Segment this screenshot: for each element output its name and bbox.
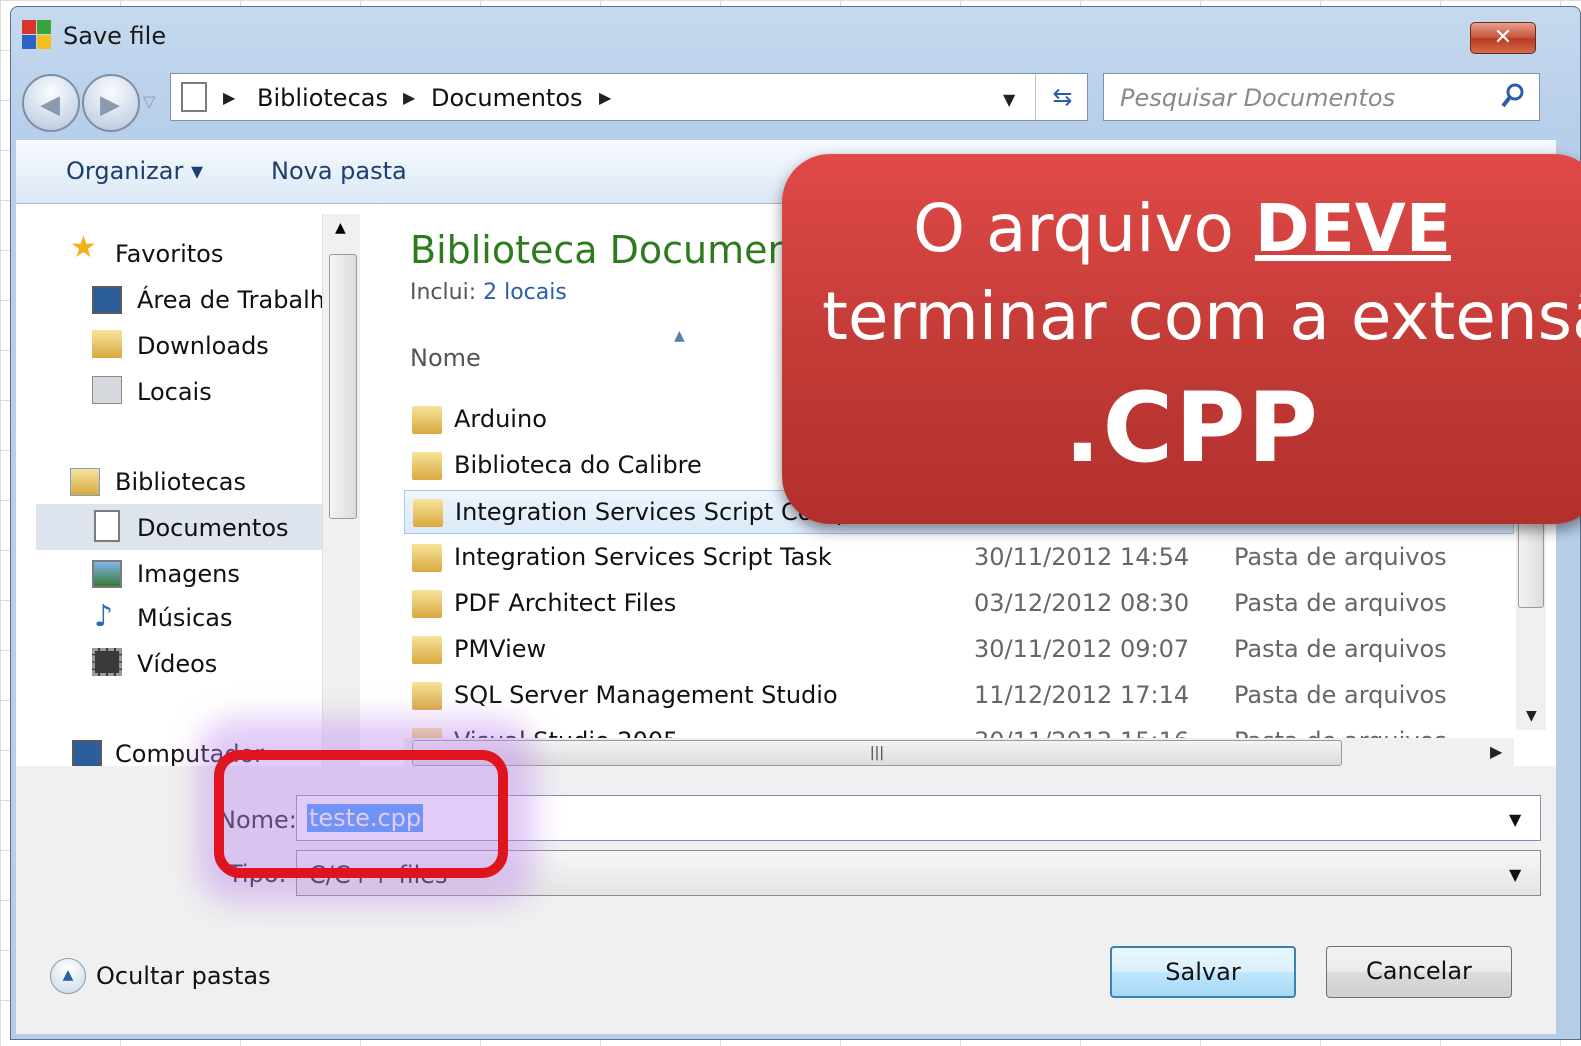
refresh-icon[interactable]: ⇆ <box>1035 74 1089 120</box>
file-name: Arduino <box>454 405 547 433</box>
includes-label: Inclui: <box>410 280 477 305</box>
nav-item-desktop[interactable]: Área de Trabalho <box>137 286 340 314</box>
callout-extension: .CPP <box>1064 372 1320 484</box>
cancel-button[interactable]: Cancelar <box>1326 946 1512 998</box>
scroll-right-icon[interactable]: ▶ <box>1490 742 1502 761</box>
new-folder-button[interactable]: Nova pasta <box>271 157 407 185</box>
file-name-highlight-box <box>214 750 508 878</box>
nav-item-musicas[interactable]: Músicas <box>137 604 233 632</box>
file-row[interactable]: PMView 30/11/2012 09:07 Pasta de arquivo… <box>404 628 1514 672</box>
search-placeholder: Pesquisar Documentos <box>1120 84 1396 112</box>
folder-icon <box>412 544 442 572</box>
breadcrumb-separator-icon[interactable]: ▶ <box>599 88 611 107</box>
file-list-horizontal-scrollbar[interactable]: ||| ▶ <box>404 738 1514 768</box>
library-includes: Inclui: 2 locais <box>410 280 567 305</box>
file-row[interactable]: PDF Architect Files 03/12/2012 08:30 Pas… <box>404 582 1514 626</box>
star-icon: ★ <box>70 230 97 265</box>
file-date: 11/12/2012 17:14 <box>974 681 1190 709</box>
search-box[interactable]: Pesquisar Documentos <box>1103 73 1540 121</box>
search-icon[interactable] <box>1500 82 1526 110</box>
places-icon <box>92 376 122 404</box>
videos-icon <box>92 648 122 676</box>
chevron-down-icon[interactable]: ▼ <box>1509 865 1521 884</box>
column-header-name[interactable]: Nome <box>410 344 481 372</box>
document-icon <box>181 82 207 112</box>
window-title: Save file <box>63 22 167 50</box>
address-bar[interactable]: ▶ Bibliotecas ▶ Documentos ▶ ▼ ⇆ <box>170 73 1088 121</box>
forward-arrow-icon: ▶ <box>100 90 120 120</box>
file-name: PDF Architect Files <box>454 589 677 617</box>
folder-icon <box>412 406 442 434</box>
folder-icon <box>412 636 442 664</box>
callout-line-2: terminar com a extensão <box>822 278 1581 355</box>
breadcrumb-documentos[interactable]: Documentos <box>431 84 583 112</box>
file-name: Integration Services Script Task <box>454 543 832 571</box>
file-date: 03/12/2012 08:30 <box>974 589 1190 617</box>
images-icon <box>92 560 122 588</box>
organize-button[interactable]: Organizar ▾ <box>66 157 203 185</box>
includes-locations-link[interactable]: 2 locais <box>483 280 567 305</box>
desktop-icon <box>92 286 122 314</box>
file-date: 30/11/2012 09:07 <box>974 635 1190 663</box>
callout-emphasis: DEVE <box>1254 190 1451 267</box>
breadcrumb-separator-icon[interactable]: ▶ <box>223 88 235 107</box>
nav-item-videos[interactable]: Vídeos <box>137 650 217 678</box>
nav-pane-scroll-thumb[interactable] <box>329 254 357 519</box>
chevron-down-icon[interactable]: ▼ <box>1509 810 1521 829</box>
file-type: Pasta de arquivos <box>1234 589 1447 617</box>
document-icon <box>94 510 120 542</box>
callout-prefix: O arquivo <box>913 190 1255 267</box>
recent-locations-dropdown[interactable]: ▽ <box>143 92 155 111</box>
sort-ascending-icon: ▲ <box>674 328 685 344</box>
folder-icon <box>412 682 442 710</box>
nav-pane-scrollbar[interactable]: ▲ <box>322 214 360 766</box>
file-type: Pasta de arquivos <box>1234 635 1447 663</box>
folder-icon <box>413 499 443 527</box>
folder-icon <box>412 590 442 618</box>
nav-item-locais[interactable]: Locais <box>137 378 212 406</box>
downloads-folder-icon <box>92 330 122 358</box>
address-dropdown-icon[interactable]: ▼ <box>1003 90 1015 109</box>
computer-icon <box>72 740 102 768</box>
scroll-up-icon[interactable]: ▲ <box>335 220 346 236</box>
close-button[interactable]: ✕ <box>1470 22 1536 54</box>
hide-folders-toggle[interactable]: Ocultar pastas <box>96 962 271 990</box>
nav-item-documentos[interactable]: Documentos <box>137 514 289 542</box>
save-button[interactable]: Salvar <box>1110 946 1296 998</box>
breadcrumb-bibliotecas[interactable]: Bibliotecas <box>257 84 388 112</box>
breadcrumb-separator-icon[interactable]: ▶ <box>403 88 415 107</box>
file-name: PMView <box>454 635 547 663</box>
hide-folders-icon[interactable]: ▲ <box>50 958 86 994</box>
back-arrow-icon: ◀ <box>40 90 60 120</box>
music-icon: ♪ <box>94 599 114 634</box>
folder-icon <box>412 452 442 480</box>
file-type: Pasta de arquivos <box>1234 681 1447 709</box>
file-row[interactable]: Integration Services Script Task 30/11/2… <box>404 536 1514 580</box>
horizontal-scroll-thumb[interactable]: ||| <box>412 740 1342 766</box>
forward-button[interactable]: ▶ <box>82 74 140 132</box>
nav-item-imagens[interactable]: Imagens <box>137 560 240 588</box>
file-row[interactable]: SQL Server Management Studio 11/12/2012 … <box>404 674 1514 718</box>
file-type: Pasta de arquivos <box>1234 543 1447 571</box>
file-list-scroll-thumb[interactable] <box>1518 520 1544 608</box>
callout-line-1: O arquivo DEVE <box>782 190 1581 267</box>
libraries-icon <box>70 468 100 496</box>
app-icon <box>22 20 52 50</box>
file-name: Biblioteca do Calibre <box>454 451 702 479</box>
file-date: 30/11/2012 14:54 <box>974 543 1190 571</box>
navigation-pane: ★ Favoritos Área de Trabalho Downloads L… <box>16 204 340 768</box>
nav-item-downloads[interactable]: Downloads <box>137 332 269 360</box>
file-name: SQL Server Management Studio <box>454 681 838 709</box>
scroll-down-icon[interactable]: ▼ <box>1526 708 1537 724</box>
file-list-vertical-scrollbar[interactable]: ▼ <box>1516 520 1546 730</box>
nav-item-bibliotecas[interactable]: Bibliotecas <box>115 468 246 496</box>
warning-callout: O arquivo DEVE terminar com a extensão .… <box>782 154 1581 524</box>
back-button[interactable]: ◀ <box>22 74 80 132</box>
nav-item-favoritos[interactable]: Favoritos <box>115 240 223 268</box>
